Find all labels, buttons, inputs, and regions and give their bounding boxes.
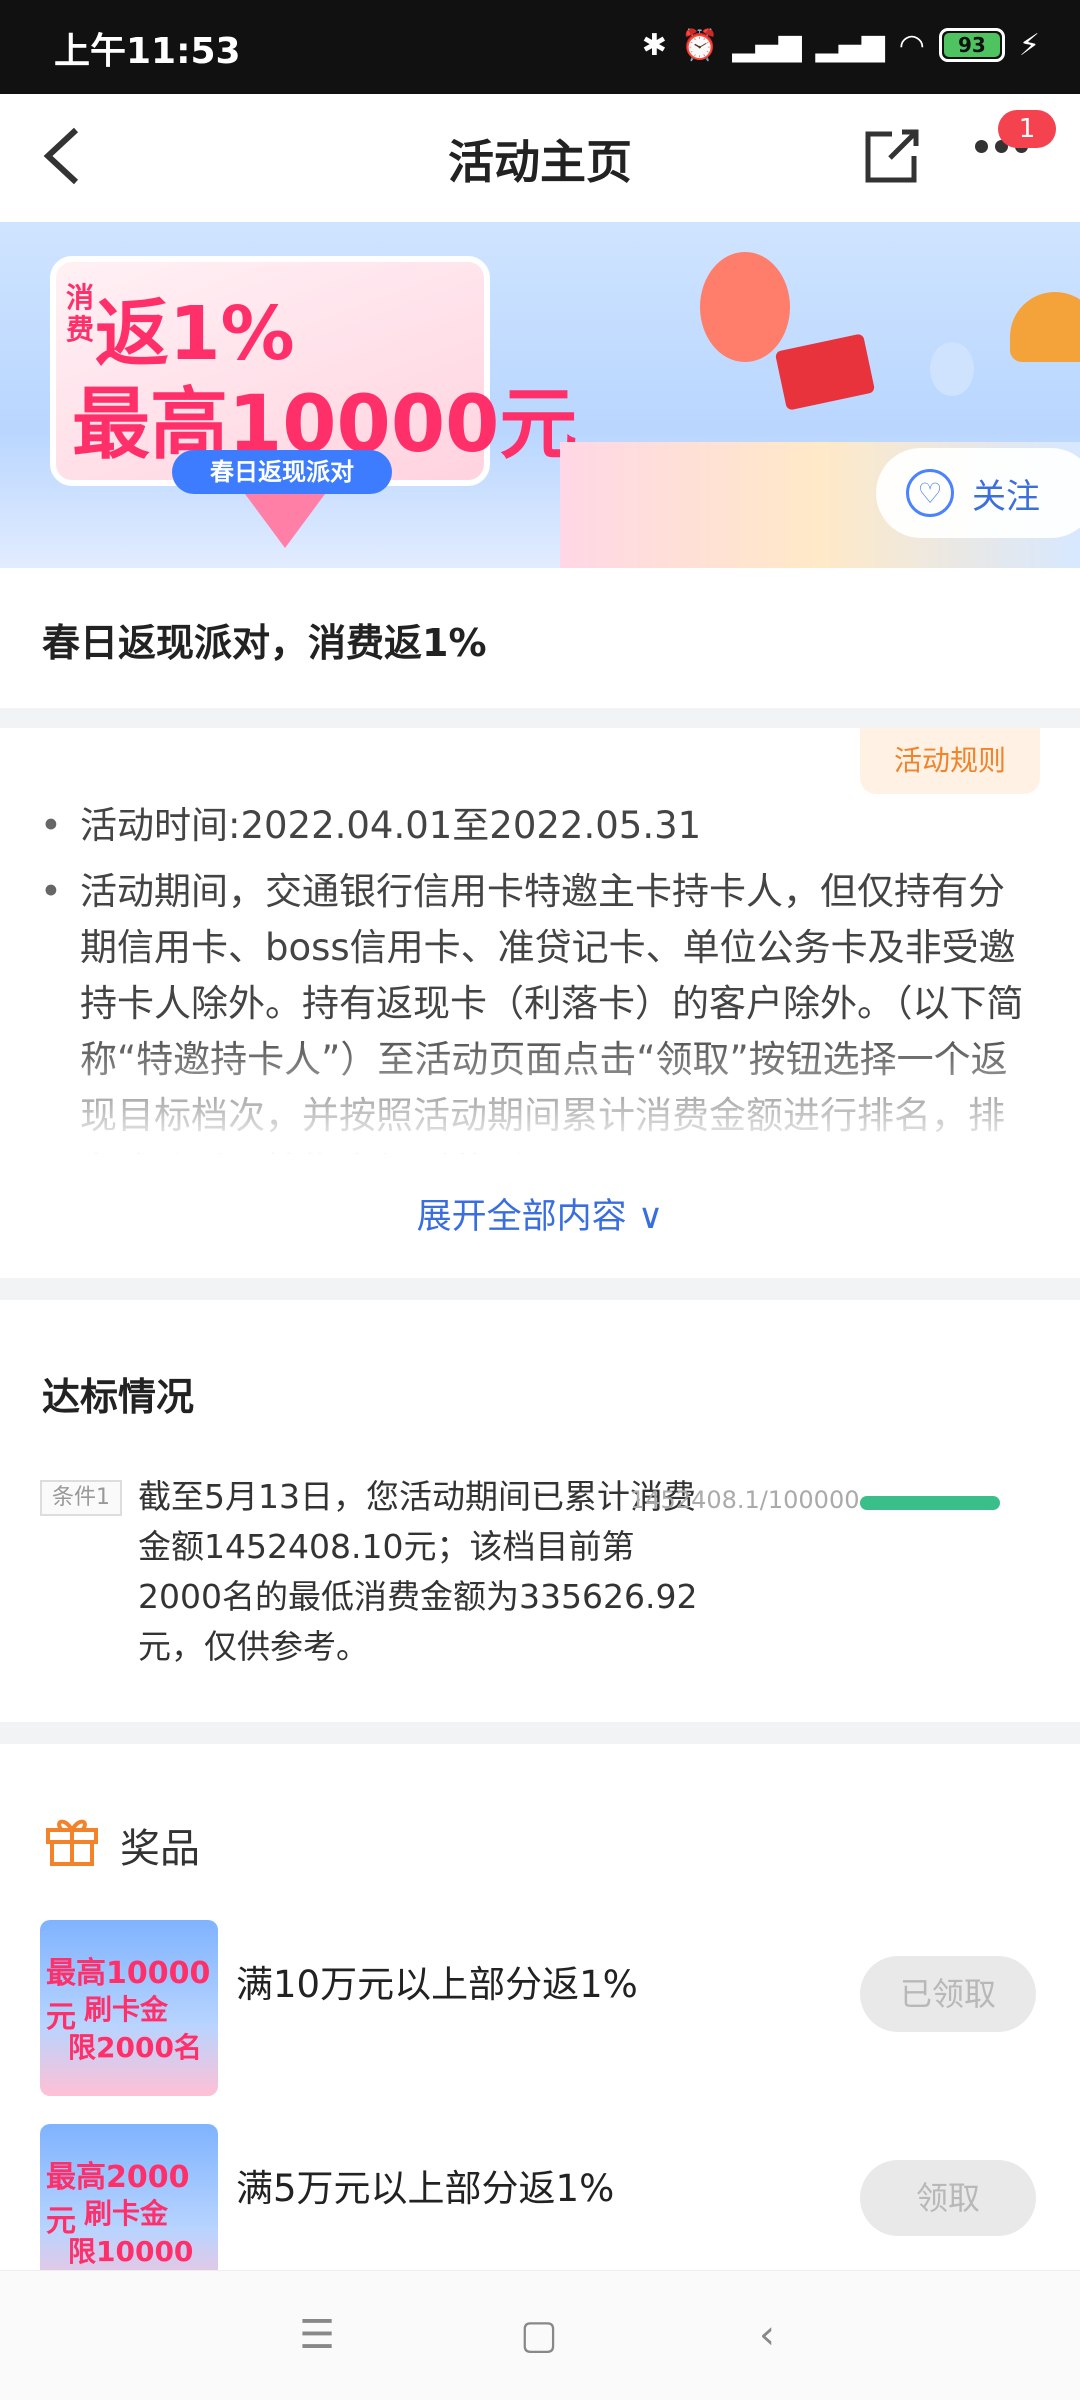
notification-badge: 1 (998, 110, 1056, 148)
prize-item: 最高10000元 刷卡金 限2000名 满10万元以上部分返1% 已领取 (40, 1920, 1040, 2096)
battery-icon: 93 (938, 28, 1005, 62)
thumb-line3: 限2000名 (68, 2031, 202, 2064)
progress-title: 达标情况 (42, 1375, 195, 1419)
progress-card: 达标情况 条件1 截至5月13日，您活动期间已累计消费金额1452408.10元… (0, 1300, 1080, 1722)
follow-label: 关注 (972, 476, 1040, 517)
gift-icon (46, 1819, 98, 1866)
heart-icon: ♡ (906, 469, 954, 517)
red-envelope-illustration (774, 333, 876, 411)
status-bar: 上午11:53 ✱ ⏰ ▂▄▆ ▂▄▆ ◠ 93 ⚡ (0, 0, 1080, 94)
prize-thumbnail: 最高10000元 刷卡金 限2000名 (40, 1920, 218, 2096)
burger-illustration (1010, 292, 1080, 362)
rules-button[interactable]: 活动规则 (860, 728, 1040, 794)
thumb-line2: 刷卡金 (84, 2197, 169, 2230)
top-nav: 活动主页 1 (0, 94, 1080, 222)
share-icon (865, 129, 919, 183)
rules-fade (0, 1028, 1080, 1198)
progress-text: 1452408.1/100000 (630, 1486, 860, 1514)
home-icon[interactable]: ▢ (514, 2315, 564, 2355)
thumb-line2: 刷卡金 (84, 1993, 169, 2026)
system-nav-bar: ☰ ▢ ‹ (0, 2270, 1080, 2400)
alarm-icon: ⏰ (680, 27, 719, 63)
rule-item: 活动时间:2022.04.01至2022.05.31 (40, 798, 1040, 854)
menu-icon[interactable]: ☰ (292, 2315, 342, 2355)
follow-button[interactable]: ♡ 关注 (876, 448, 1080, 538)
status-time: 上午11:53 (54, 31, 241, 72)
prize-label: 满5万元以上部分返1% (236, 2167, 615, 2210)
expand-all-link[interactable]: 展开全部内容 ∨ (0, 1188, 1080, 1239)
claim-button[interactable]: 领取 (860, 2160, 1036, 2236)
balloon-illustration (930, 342, 974, 396)
activity-title: 春日返现派对，消费返1% (42, 621, 487, 665)
progress-bar (860, 1496, 1000, 1510)
charging-icon: ⚡ (1018, 27, 1040, 63)
status-icons: ✱ ⏰ ▂▄▆ ▂▄▆ ◠ 93 ⚡ (642, 18, 1040, 72)
activity-title-card: 春日返现派对，消费返1% (0, 568, 1080, 708)
prizes-card: 奖品 最高10000元 刷卡金 限2000名 满10万元以上部分返1% 已领取 … (0, 1744, 1080, 2300)
battery-level: 93 (943, 33, 1000, 57)
banner-pill: 春日返现派对 (172, 450, 392, 494)
bluetooth-icon: ✱ (641, 27, 667, 63)
banner-pointer (245, 494, 325, 548)
wifi-icon: ◠ (898, 27, 925, 63)
prize-label: 满10万元以上部分返1% (236, 1963, 638, 2006)
more-icon (975, 140, 988, 153)
share-button[interactable] (862, 126, 922, 186)
signal-icon-2: ▂▄▆ (815, 27, 885, 63)
rules-card: 活动规则 活动时间:2022.04.01至2022.05.31 活动期间，交通银… (0, 728, 1080, 1278)
prizes-title: 奖品 (120, 1826, 200, 1872)
signal-icon: ▂▄▆ (732, 27, 802, 63)
condition-text: 截至5月13日，您活动期间已累计消费金额1452408.10元；该档目前第200… (138, 1477, 698, 1666)
back-icon[interactable]: ‹ (742, 2315, 792, 2355)
condition-tag: 条件1 (40, 1480, 122, 1516)
balloon-illustration (700, 252, 790, 362)
claimed-button[interactable]: 已领取 (860, 1956, 1036, 2032)
